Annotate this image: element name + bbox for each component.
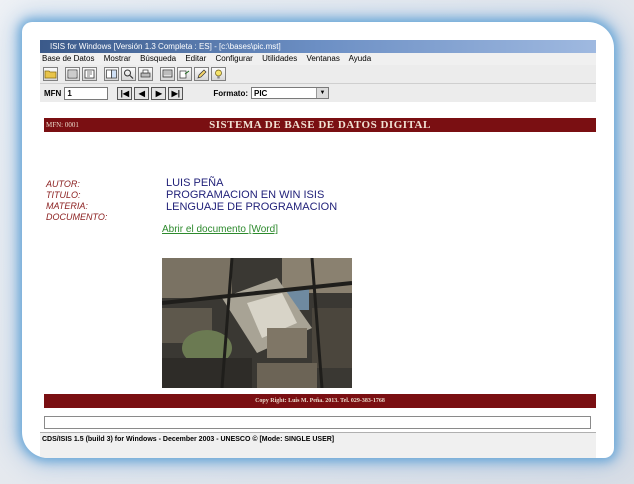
toolbar	[40, 65, 596, 84]
edit-pencil-icon[interactable]	[194, 67, 209, 81]
previous-record-button[interactable]: ◀	[134, 86, 150, 100]
database-icon[interactable]	[65, 67, 80, 81]
record-banner: MFN: 0001 SISTEMA DE BASE DE DATOS DIGIT…	[44, 118, 596, 132]
mfn-label: MFN	[44, 88, 62, 98]
field-value-autor: LUIS PEÑA	[166, 177, 224, 189]
print-icon[interactable]	[138, 67, 153, 81]
window-title: ISIS for Windows [Versión 1.3 Completa :…	[50, 42, 281, 51]
screenshot-frame: ISIS for Windows [Versión 1.3 Completa :…	[22, 22, 614, 458]
menu-configurar[interactable]: Configurar	[215, 54, 252, 63]
help-bulb-icon[interactable]	[211, 67, 226, 81]
mfn-input[interactable]: 1	[64, 86, 109, 100]
export-icon[interactable]	[177, 67, 192, 81]
field-label-titulo: TITULO:	[46, 190, 81, 200]
footer-copyright: Copy Right: Luis M. Peña. 2013. Tel. 029…	[255, 398, 385, 404]
last-record-button[interactable]: ▶|	[168, 86, 184, 100]
field-label-autor: AUTOR:	[46, 179, 80, 189]
menu-busqueda[interactable]: Búsqueda	[140, 54, 176, 63]
menu-mostrar[interactable]: Mostrar	[104, 54, 131, 63]
browse-icon[interactable]	[104, 67, 119, 81]
menu-base-de-datos[interactable]: Base de Datos	[42, 54, 94, 63]
record-display-area: MFN: 0001 SISTEMA DE BASE DE DATOS DIGIT…	[40, 102, 596, 432]
menu-utilidades[interactable]: Utilidades	[262, 54, 297, 63]
command-input[interactable]	[44, 416, 591, 429]
record-footer: Copy Right: Luis M. Peña. 2013. Tel. 029…	[44, 394, 596, 408]
isis-window: ISIS for Windows [Versión 1.3 Completa :…	[40, 40, 596, 458]
format-value: PIC	[254, 89, 268, 98]
index-icon[interactable]	[82, 67, 97, 81]
status-bar: CDS/ISIS 1.5 (build 3) for Windows - Dec…	[40, 432, 596, 447]
field-value-materia: LENGUAJE DE PROGRAMACION	[166, 201, 338, 213]
menu-editar[interactable]: Editar	[185, 54, 206, 63]
field-label-documento: DOCUMENTO:	[46, 212, 108, 222]
record-navigation-bar: MFN 1 |◀ ◀ ▶ ▶| Formato: PIC ▼	[40, 84, 596, 103]
open-document-link[interactable]: Abrir el documento [Word]	[162, 224, 278, 235]
status-text: CDS/ISIS 1.5 (build 3) for Windows - Dec…	[42, 436, 335, 443]
chevron-down-icon[interactable]: ▼	[316, 88, 328, 98]
format-select[interactable]: PIC ▼	[251, 87, 329, 99]
record-photo	[162, 258, 352, 388]
menu-ayuda[interactable]: Ayuda	[349, 54, 372, 63]
banner-title: SISTEMA DE BASE DE DATOS DIGITAL	[209, 119, 431, 131]
open-folder-icon[interactable]	[43, 67, 58, 81]
next-record-button[interactable]: ▶	[151, 86, 167, 100]
search-icon[interactable]	[121, 67, 136, 81]
menu-ventanas[interactable]: Ventanas	[306, 54, 339, 63]
window-title-bar[interactable]: ISIS for Windows [Versión 1.3 Completa :…	[40, 40, 596, 53]
display-icon[interactable]	[160, 67, 175, 81]
first-record-button[interactable]: |◀	[117, 86, 133, 100]
format-label: Formato:	[213, 88, 248, 98]
menu-bar: Base de Datos Mostrar Búsqueda Editar Co…	[40, 53, 596, 65]
field-value-titulo: PROGRAMACION EN WIN ISIS	[166, 189, 325, 201]
field-label-materia: MATERIA:	[46, 201, 88, 211]
